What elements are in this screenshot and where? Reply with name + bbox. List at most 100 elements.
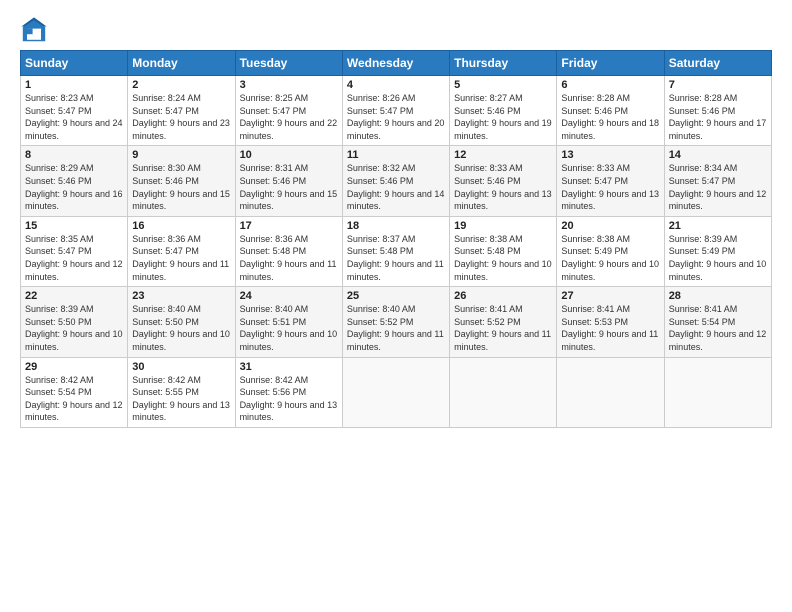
day-info: Sunrise: 8:35 AMSunset: 5:47 PMDaylight:… xyxy=(25,233,123,283)
day-info: Sunrise: 8:40 AMSunset: 5:52 PMDaylight:… xyxy=(347,303,445,353)
calendar-cell: 27 Sunrise: 8:41 AMSunset: 5:53 PMDaylig… xyxy=(557,287,664,357)
header-day-wednesday: Wednesday xyxy=(342,51,449,76)
day-info: Sunrise: 8:33 AMSunset: 5:47 PMDaylight:… xyxy=(561,162,659,212)
calendar-week-3: 15 Sunrise: 8:35 AMSunset: 5:47 PMDaylig… xyxy=(21,216,772,286)
day-info: Sunrise: 8:28 AMSunset: 5:46 PMDaylight:… xyxy=(669,92,767,142)
day-number: 9 xyxy=(132,149,230,161)
calendar-cell: 13 Sunrise: 8:33 AMSunset: 5:47 PMDaylig… xyxy=(557,146,664,216)
day-number: 6 xyxy=(561,79,659,91)
day-number: 28 xyxy=(669,290,767,302)
calendar-cell: 8 Sunrise: 8:29 AMSunset: 5:46 PMDayligh… xyxy=(21,146,128,216)
day-number: 29 xyxy=(25,361,123,373)
day-number: 30 xyxy=(132,361,230,373)
calendar-cell: 6 Sunrise: 8:28 AMSunset: 5:46 PMDayligh… xyxy=(557,76,664,146)
day-info: Sunrise: 8:27 AMSunset: 5:46 PMDaylight:… xyxy=(454,92,552,142)
calendar-week-1: 1 Sunrise: 8:23 AMSunset: 5:47 PMDayligh… xyxy=(21,76,772,146)
day-info: Sunrise: 8:23 AMSunset: 5:47 PMDaylight:… xyxy=(25,92,123,142)
calendar-cell: 3 Sunrise: 8:25 AMSunset: 5:47 PMDayligh… xyxy=(235,76,342,146)
page: SundayMondayTuesdayWednesdayThursdayFrid… xyxy=(0,0,792,612)
calendar-week-2: 8 Sunrise: 8:29 AMSunset: 5:46 PMDayligh… xyxy=(21,146,772,216)
day-number: 27 xyxy=(561,290,659,302)
day-number: 7 xyxy=(669,79,767,91)
day-info: Sunrise: 8:31 AMSunset: 5:46 PMDaylight:… xyxy=(240,162,338,212)
day-info: Sunrise: 8:42 AMSunset: 5:54 PMDaylight:… xyxy=(25,374,123,424)
day-number: 4 xyxy=(347,79,445,91)
day-info: Sunrise: 8:25 AMSunset: 5:47 PMDaylight:… xyxy=(240,92,338,142)
day-number: 21 xyxy=(669,220,767,232)
day-number: 23 xyxy=(132,290,230,302)
logo-icon xyxy=(20,16,48,44)
day-info: Sunrise: 8:33 AMSunset: 5:46 PMDaylight:… xyxy=(454,162,552,212)
calendar-cell: 19 Sunrise: 8:38 AMSunset: 5:48 PMDaylig… xyxy=(450,216,557,286)
calendar-cell xyxy=(450,357,557,427)
day-number: 31 xyxy=(240,361,338,373)
day-number: 22 xyxy=(25,290,123,302)
day-number: 8 xyxy=(25,149,123,161)
day-info: Sunrise: 8:40 AMSunset: 5:50 PMDaylight:… xyxy=(132,303,230,353)
day-info: Sunrise: 8:41 AMSunset: 5:52 PMDaylight:… xyxy=(454,303,552,353)
calendar-cell: 17 Sunrise: 8:36 AMSunset: 5:48 PMDaylig… xyxy=(235,216,342,286)
day-number: 19 xyxy=(454,220,552,232)
day-info: Sunrise: 8:38 AMSunset: 5:48 PMDaylight:… xyxy=(454,233,552,283)
day-info: Sunrise: 8:40 AMSunset: 5:51 PMDaylight:… xyxy=(240,303,338,353)
day-info: Sunrise: 8:37 AMSunset: 5:48 PMDaylight:… xyxy=(347,233,445,283)
calendar-cell: 21 Sunrise: 8:39 AMSunset: 5:49 PMDaylig… xyxy=(664,216,771,286)
day-number: 26 xyxy=(454,290,552,302)
day-number: 17 xyxy=(240,220,338,232)
day-info: Sunrise: 8:29 AMSunset: 5:46 PMDaylight:… xyxy=(25,162,123,212)
day-number: 10 xyxy=(240,149,338,161)
day-number: 2 xyxy=(132,79,230,91)
day-info: Sunrise: 8:36 AMSunset: 5:48 PMDaylight:… xyxy=(240,233,338,283)
calendar-cell: 31 Sunrise: 8:42 AMSunset: 5:56 PMDaylig… xyxy=(235,357,342,427)
calendar-cell: 14 Sunrise: 8:34 AMSunset: 5:47 PMDaylig… xyxy=(664,146,771,216)
day-number: 3 xyxy=(240,79,338,91)
calendar-cell xyxy=(664,357,771,427)
day-number: 5 xyxy=(454,79,552,91)
calendar-table: SundayMondayTuesdayWednesdayThursdayFrid… xyxy=(20,50,772,428)
day-info: Sunrise: 8:24 AMSunset: 5:47 PMDaylight:… xyxy=(132,92,230,142)
calendar-cell: 2 Sunrise: 8:24 AMSunset: 5:47 PMDayligh… xyxy=(128,76,235,146)
day-number: 15 xyxy=(25,220,123,232)
calendar-cell: 16 Sunrise: 8:36 AMSunset: 5:47 PMDaylig… xyxy=(128,216,235,286)
calendar-cell: 9 Sunrise: 8:30 AMSunset: 5:46 PMDayligh… xyxy=(128,146,235,216)
day-info: Sunrise: 8:41 AMSunset: 5:53 PMDaylight:… xyxy=(561,303,659,353)
calendar-cell xyxy=(342,357,449,427)
calendar-cell: 23 Sunrise: 8:40 AMSunset: 5:50 PMDaylig… xyxy=(128,287,235,357)
day-info: Sunrise: 8:39 AMSunset: 5:49 PMDaylight:… xyxy=(669,233,767,283)
header-day-friday: Friday xyxy=(557,51,664,76)
day-info: Sunrise: 8:26 AMSunset: 5:47 PMDaylight:… xyxy=(347,92,445,142)
header-day-thursday: Thursday xyxy=(450,51,557,76)
day-number: 11 xyxy=(347,149,445,161)
day-info: Sunrise: 8:42 AMSunset: 5:55 PMDaylight:… xyxy=(132,374,230,424)
day-info: Sunrise: 8:41 AMSunset: 5:54 PMDaylight:… xyxy=(669,303,767,353)
day-number: 20 xyxy=(561,220,659,232)
calendar-cell: 29 Sunrise: 8:42 AMSunset: 5:54 PMDaylig… xyxy=(21,357,128,427)
calendar-cell: 1 Sunrise: 8:23 AMSunset: 5:47 PMDayligh… xyxy=(21,76,128,146)
day-info: Sunrise: 8:38 AMSunset: 5:49 PMDaylight:… xyxy=(561,233,659,283)
calendar-cell: 4 Sunrise: 8:26 AMSunset: 5:47 PMDayligh… xyxy=(342,76,449,146)
calendar-cell: 15 Sunrise: 8:35 AMSunset: 5:47 PMDaylig… xyxy=(21,216,128,286)
day-number: 24 xyxy=(240,290,338,302)
logo xyxy=(20,16,52,44)
calendar-cell: 10 Sunrise: 8:31 AMSunset: 5:46 PMDaylig… xyxy=(235,146,342,216)
header-day-tuesday: Tuesday xyxy=(235,51,342,76)
day-info: Sunrise: 8:30 AMSunset: 5:46 PMDaylight:… xyxy=(132,162,230,212)
calendar-week-4: 22 Sunrise: 8:39 AMSunset: 5:50 PMDaylig… xyxy=(21,287,772,357)
day-info: Sunrise: 8:42 AMSunset: 5:56 PMDaylight:… xyxy=(240,374,338,424)
calendar-week-5: 29 Sunrise: 8:42 AMSunset: 5:54 PMDaylig… xyxy=(21,357,772,427)
calendar-cell: 7 Sunrise: 8:28 AMSunset: 5:46 PMDayligh… xyxy=(664,76,771,146)
calendar-cell: 20 Sunrise: 8:38 AMSunset: 5:49 PMDaylig… xyxy=(557,216,664,286)
calendar-cell: 22 Sunrise: 8:39 AMSunset: 5:50 PMDaylig… xyxy=(21,287,128,357)
day-info: Sunrise: 8:34 AMSunset: 5:47 PMDaylight:… xyxy=(669,162,767,212)
header-day-monday: Monday xyxy=(128,51,235,76)
day-info: Sunrise: 8:28 AMSunset: 5:46 PMDaylight:… xyxy=(561,92,659,142)
day-number: 25 xyxy=(347,290,445,302)
calendar-cell: 26 Sunrise: 8:41 AMSunset: 5:52 PMDaylig… xyxy=(450,287,557,357)
calendar-cell: 25 Sunrise: 8:40 AMSunset: 5:52 PMDaylig… xyxy=(342,287,449,357)
calendar-cell: 5 Sunrise: 8:27 AMSunset: 5:46 PMDayligh… xyxy=(450,76,557,146)
day-number: 14 xyxy=(669,149,767,161)
header-day-saturday: Saturday xyxy=(664,51,771,76)
calendar-cell: 30 Sunrise: 8:42 AMSunset: 5:55 PMDaylig… xyxy=(128,357,235,427)
calendar-cell: 11 Sunrise: 8:32 AMSunset: 5:46 PMDaylig… xyxy=(342,146,449,216)
day-number: 1 xyxy=(25,79,123,91)
